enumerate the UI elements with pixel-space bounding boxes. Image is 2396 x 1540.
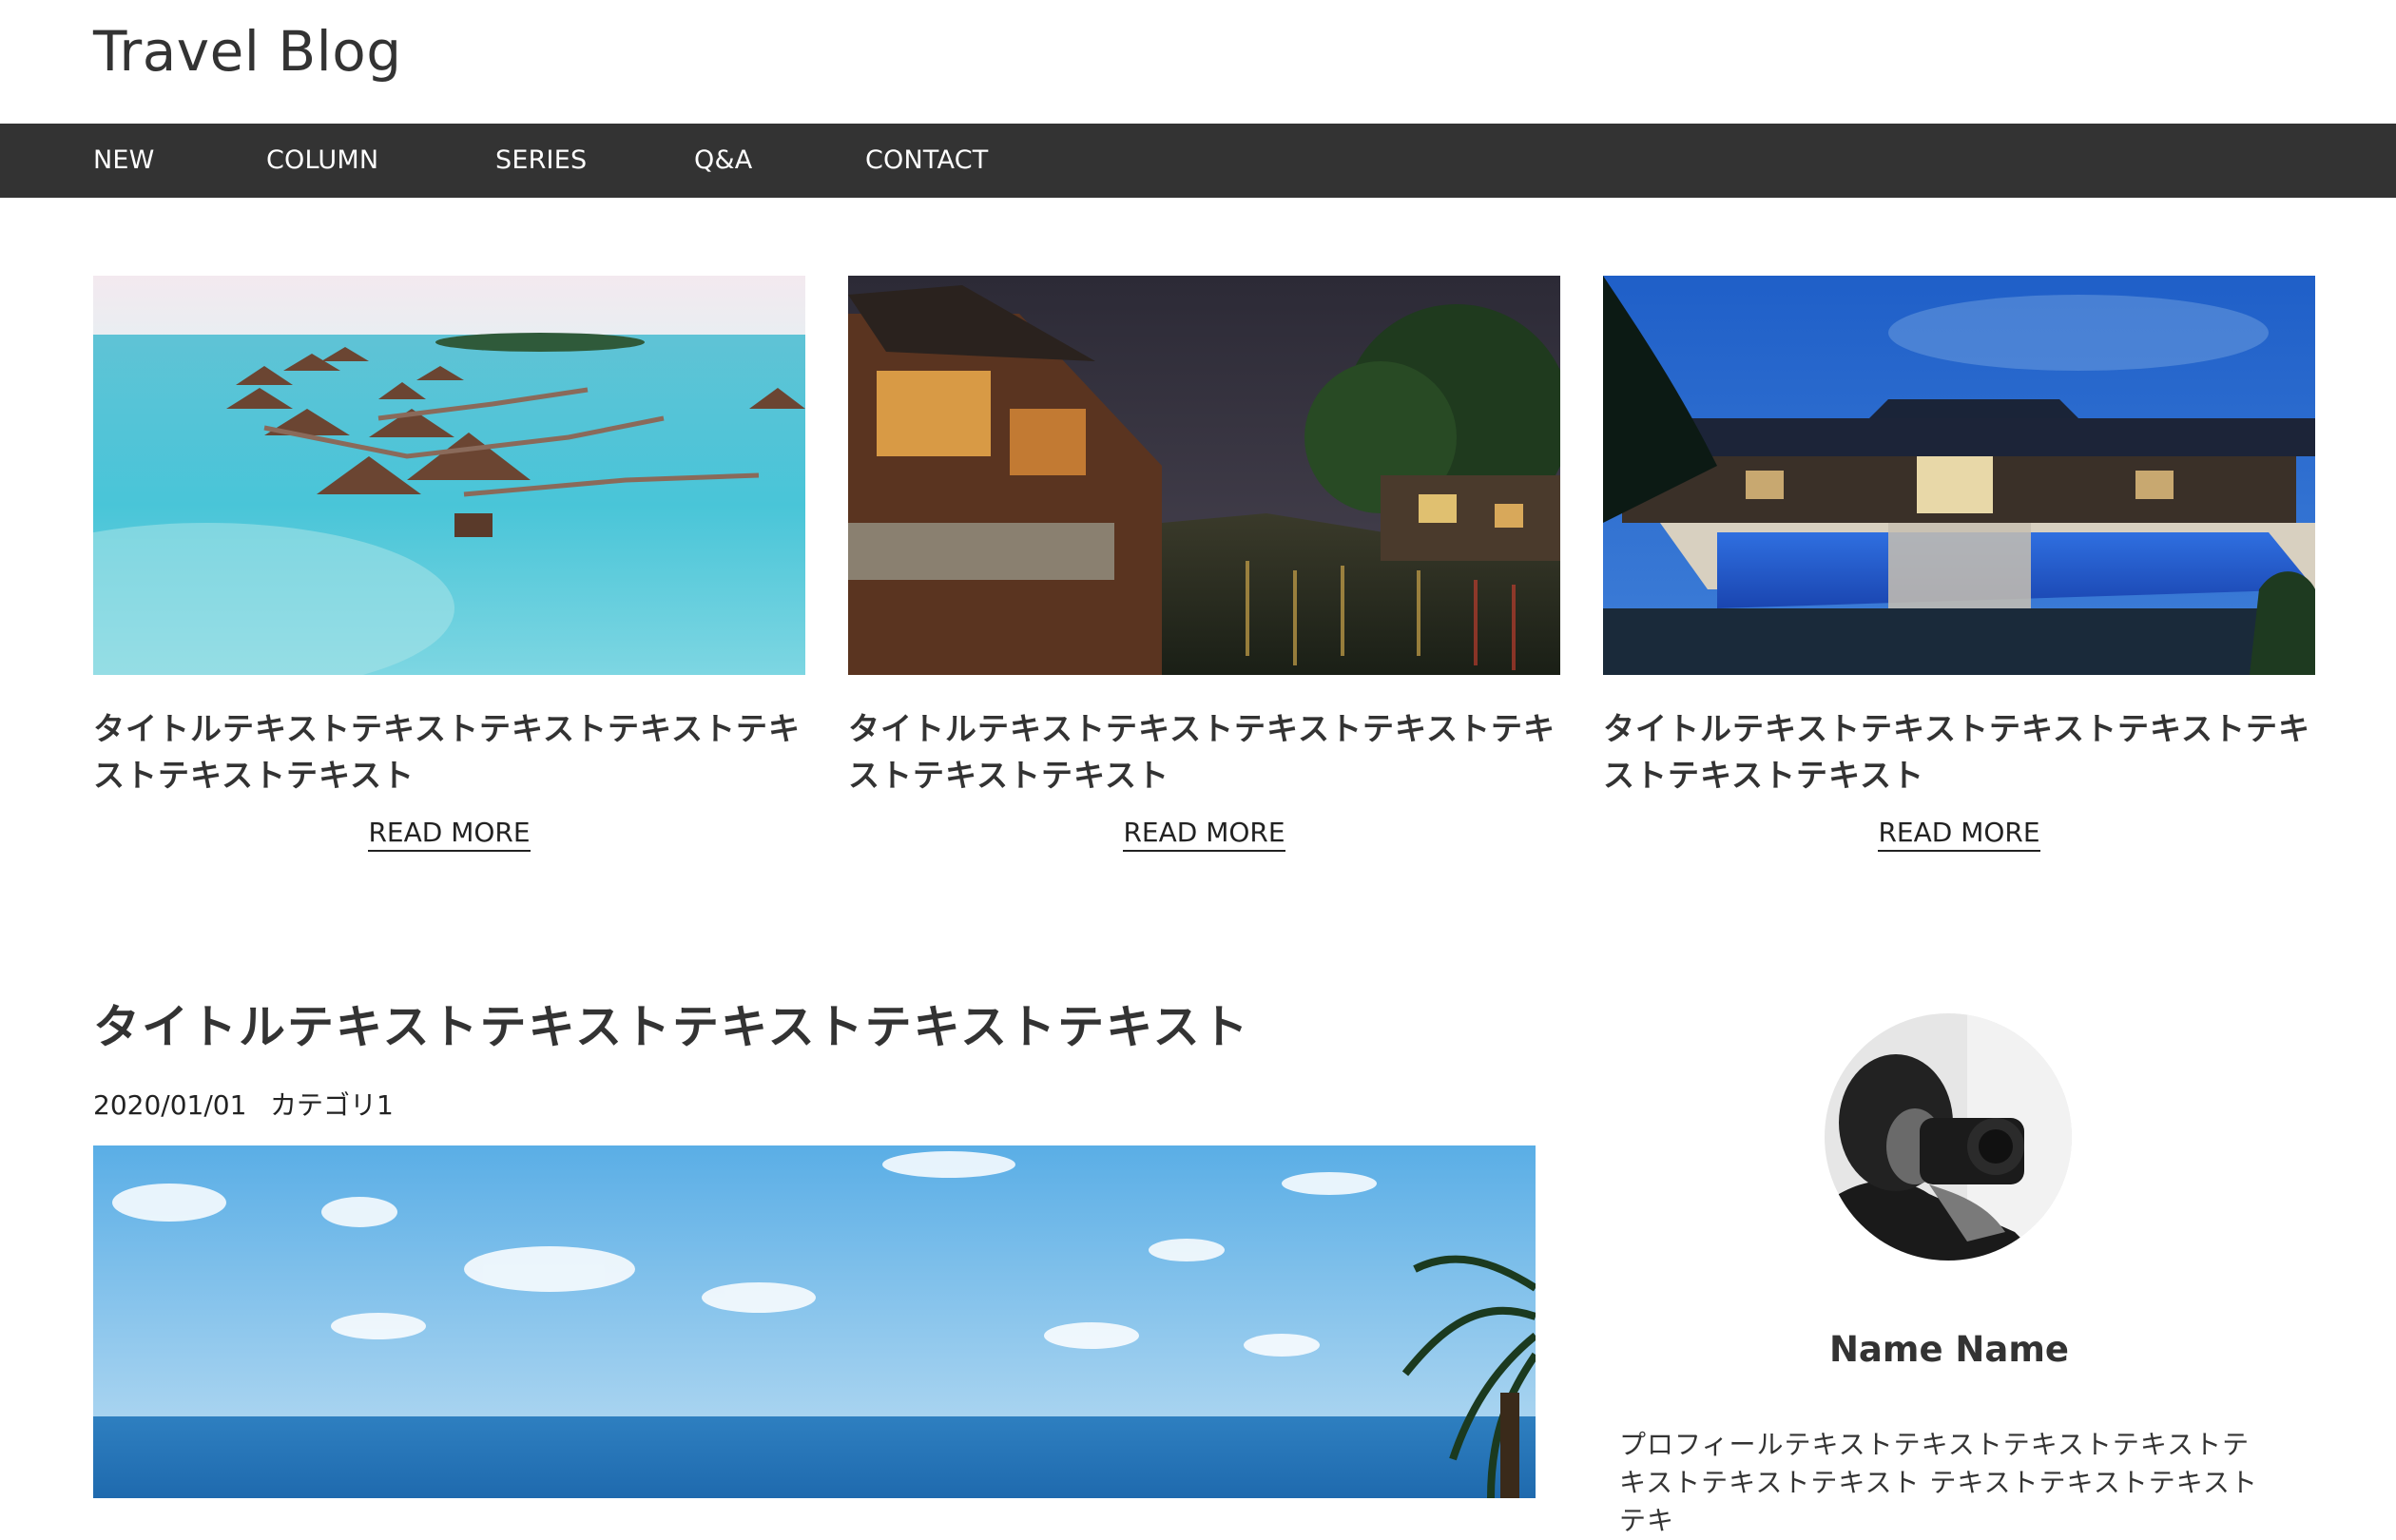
card-title[interactable]: タイトルテキストテキストテキストテキストテキストテキストテキスト (93, 705, 805, 799)
read-more-wrapper: READ MORE (1603, 814, 2315, 852)
article-date: 2020/01/01 (93, 1089, 247, 1121)
read-more-link[interactable]: READ MORE (1123, 817, 1285, 852)
post-card-3: タイトルテキストテキストテキストテキストテキストテキストテキスト READ MO… (1603, 276, 2315, 865)
main-nav: NEW COLUMN SERIES Q&A CONTACT (0, 124, 2396, 198)
avatar (1825, 1013, 2072, 1261)
site-title[interactable]: Travel Blog (93, 17, 402, 86)
post-card-2: タイトルテキストテキストテキストテキストテキストテキストテキスト READ MO… (848, 276, 1560, 865)
article-category[interactable]: カテゴリ1 (270, 1087, 394, 1125)
post-card-1: タイトルテキストテキストテキストテキストテキストテキストテキスト READ MO… (93, 276, 805, 865)
profile-name: Name Name (1828, 1329, 2070, 1370)
card-image-bungalows[interactable] (93, 276, 805, 675)
read-more-link[interactable]: READ MORE (368, 817, 531, 852)
profile-text: プロフィールテキストテキストテキストテキストテキストテキストテキスト テキストテ… (1619, 1429, 2258, 1536)
read-more-link[interactable]: READ MORE (1878, 817, 2040, 852)
article-image-ocean (93, 1145, 1536, 1498)
nav-item-series[interactable]: SERIES (495, 124, 587, 198)
site-header: Travel Blog (0, 0, 2396, 124)
card-image-resort-pool[interactable] (1603, 276, 2315, 675)
nav-item-new[interactable]: NEW (93, 124, 155, 198)
article-title[interactable]: タイトルテキストテキストテキストテキストテキスト (93, 993, 1538, 1062)
nav-item-qa[interactable]: Q&A (694, 124, 752, 198)
read-more-wrapper: READ MORE (848, 814, 1560, 852)
nav-item-column[interactable]: COLUMN (266, 124, 378, 198)
nav-item-contact[interactable]: CONTACT (865, 124, 988, 198)
card-image-canal-town[interactable] (848, 276, 1560, 675)
read-more-wrapper: READ MORE (93, 814, 805, 852)
card-title[interactable]: タイトルテキストテキストテキストテキストテキストテキストテキスト (848, 705, 1560, 799)
card-title[interactable]: タイトルテキストテキストテキストテキストテキストテキストテキスト (1603, 705, 2315, 799)
